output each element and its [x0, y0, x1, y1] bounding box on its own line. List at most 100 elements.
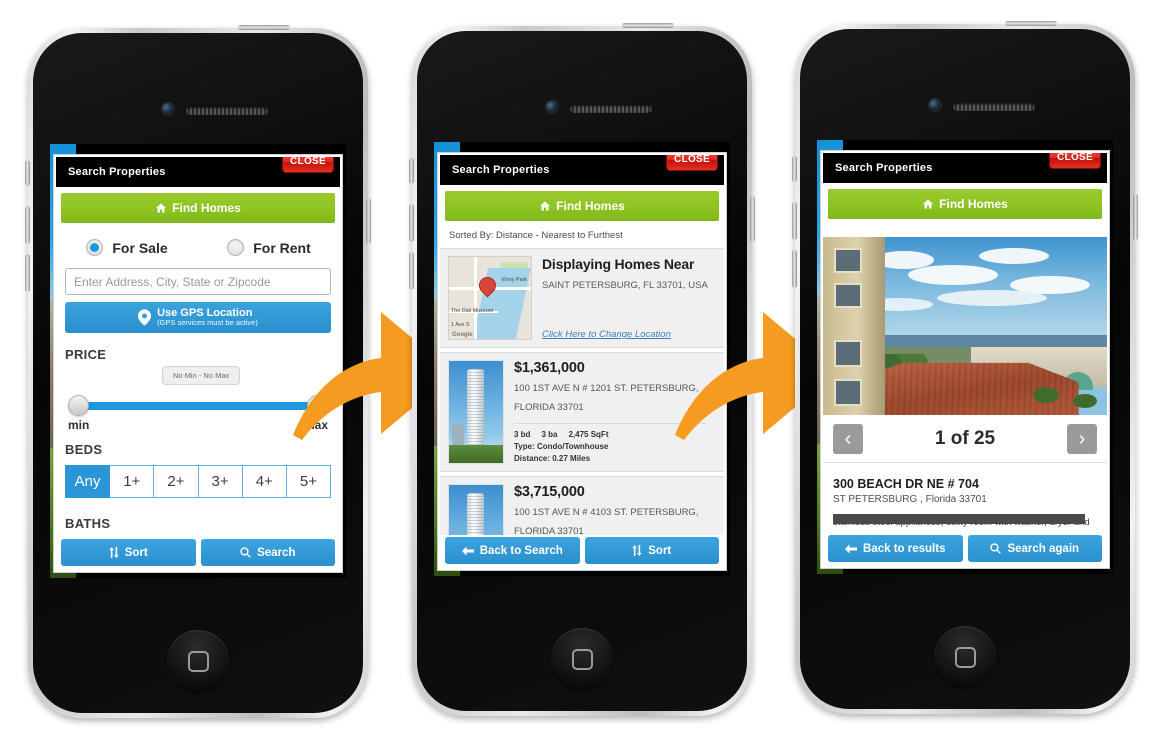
- find-homes-label: Find Homes: [172, 201, 241, 215]
- sim-tray: [1133, 194, 1138, 240]
- sort-button[interactable]: Sort: [61, 539, 196, 566]
- page-title: Search Properties: [68, 166, 166, 178]
- slider-min-label: min: [68, 418, 90, 432]
- listing-price: $3,715,000: [514, 484, 585, 500]
- page-title: Search Properties: [452, 164, 550, 176]
- slider-min-handle[interactable]: [68, 395, 89, 416]
- modal-titlebar: Search Properties CLOSE: [56, 157, 340, 187]
- prev-photo-button[interactable]: ‹: [833, 423, 863, 454]
- beds-option-3plus[interactable]: 3+: [198, 465, 243, 498]
- front-camera-icon: [929, 99, 941, 111]
- power-button[interactable]: [1005, 21, 1057, 26]
- ring-switch[interactable]: [792, 156, 797, 182]
- front-camera-icon: [546, 101, 558, 113]
- sim-tray: [366, 198, 371, 244]
- property-address-line1: 300 BEACH DR NE # 704: [833, 477, 979, 491]
- photo-nav: ‹ 1 of 25 ›: [823, 415, 1107, 463]
- listing-address-2: FLORIDA 33701: [514, 525, 584, 535]
- beds-option-1plus[interactable]: 1+: [110, 465, 155, 498]
- home-button[interactable]: [551, 628, 613, 690]
- radio-for-sale[interactable]: For Sale: [56, 239, 198, 256]
- listing-baths: 3 ba: [541, 430, 558, 440]
- find-homes-button[interactable]: Find Homes: [445, 191, 719, 221]
- close-button[interactable]: CLOSE: [666, 155, 718, 171]
- volume-up-button[interactable]: [25, 206, 30, 244]
- close-button[interactable]: CLOSE: [1049, 153, 1101, 169]
- radio-for-rent-dot[interactable]: [227, 239, 245, 256]
- find-homes-label: Find Homes: [939, 197, 1008, 211]
- arrow-left-icon: [845, 544, 858, 553]
- address-input[interactable]: Enter Address, City, State or Zipcode: [65, 268, 331, 295]
- beds-option-any[interactable]: Any: [65, 465, 111, 498]
- volume-down-button[interactable]: [409, 252, 414, 290]
- listing-address-1: 100 1ST AVE N # 4103 ST. PETERSBURG,: [514, 507, 699, 518]
- sort-button[interactable]: Sort: [584, 537, 719, 564]
- home-icon: [923, 199, 934, 209]
- map-label-vinoy-park: Vinoy Park: [501, 276, 527, 283]
- volume-up-button[interactable]: [792, 202, 797, 240]
- property-detail: ‹ 1 of 25 › 300 BEACH DR NE # 704 ST PET…: [823, 219, 1107, 533]
- listing-thumbnail[interactable]: [448, 360, 504, 464]
- beds-option-2plus[interactable]: 2+: [154, 465, 199, 498]
- home-button[interactable]: [167, 630, 229, 692]
- address-input-placeholder: Enter Address, City, State or Zipcode: [74, 274, 271, 289]
- volume-up-button[interactable]: [409, 204, 414, 242]
- displaying-homes-title: Displaying Homes Near: [542, 256, 695, 272]
- search-again-button[interactable]: Search again: [967, 535, 1102, 562]
- find-homes-button[interactable]: Find Homes: [61, 193, 335, 223]
- property-description: stainless steel appliances, utility room…: [833, 514, 1097, 528]
- description-highlight: [833, 514, 1085, 524]
- search-again-label: Search again: [1007, 542, 1080, 555]
- price-tooltip: No Min - No Max: [161, 366, 241, 385]
- map-pin-icon: [138, 309, 152, 326]
- phone-mockup-3: Search Properties CLOSE Find Homes ‹ 1 o…: [792, 21, 1138, 714]
- back-to-search-button[interactable]: Back to Search: [445, 537, 580, 564]
- map-label-dali-museum: The Dali Museum: [451, 307, 494, 314]
- sorted-by-label: Sorted By: Distance - Nearest to Furthes…: [449, 230, 623, 241]
- home-square-icon: [187, 650, 209, 672]
- modal-titlebar: Search Properties CLOSE: [823, 153, 1107, 183]
- sort-button-label: Sort: [648, 544, 672, 557]
- map-thumbnail[interactable]: Vinoy Park The Dali Museum 1 Ave S Googl…: [448, 256, 532, 340]
- back-to-results-label: Back to results: [863, 542, 946, 555]
- sort-icon: [109, 547, 119, 558]
- radio-for-rent-label: For Rent: [253, 239, 311, 256]
- bottom-toolbar-3: Back to results Search again: [823, 533, 1107, 566]
- phone-screen-3: Search Properties CLOSE Find Homes ‹ 1 o…: [817, 140, 1113, 574]
- search-button[interactable]: Search: [200, 539, 335, 566]
- earpiece-speaker: [186, 107, 268, 115]
- power-button[interactable]: [622, 23, 674, 28]
- listing-details: $3,715,000 100 1ST AVE N # 4103 ST. PETE…: [504, 484, 716, 535]
- listing-sqft: 2,475 SqFt: [568, 430, 609, 440]
- property-photo[interactable]: [823, 237, 1107, 415]
- sim-tray: [750, 196, 755, 242]
- home-button[interactable]: [934, 626, 996, 688]
- ring-switch[interactable]: [409, 158, 414, 184]
- radio-for-sale-label: For Sale: [112, 239, 168, 256]
- listing-beds: 3 bd: [514, 430, 531, 440]
- bottom-toolbar-1: Sort Search: [56, 537, 340, 570]
- detail-modal: Search Properties CLOSE Find Homes ‹ 1 o…: [821, 151, 1109, 568]
- power-button[interactable]: [238, 25, 290, 30]
- back-to-results-button[interactable]: Back to results: [828, 535, 963, 562]
- listing-row[interactable]: $3,715,000 100 1ST AVE N # 4103 ST. PETE…: [440, 476, 724, 535]
- search-icon: [990, 543, 1002, 554]
- map-label-1-ave-s: 1 Ave S: [451, 321, 470, 328]
- baths-heading: BATHS: [65, 516, 111, 531]
- ring-switch[interactable]: [25, 160, 30, 186]
- page-title: Search Properties: [835, 162, 933, 174]
- listing-thumbnail[interactable]: [448, 484, 504, 535]
- photo-counter: 1 of 25: [934, 427, 996, 449]
- home-square-icon: [954, 646, 976, 668]
- next-photo-button[interactable]: ›: [1066, 423, 1097, 454]
- find-homes-button[interactable]: Find Homes: [828, 189, 1102, 219]
- home-icon: [540, 201, 551, 211]
- volume-down-button[interactable]: [792, 250, 797, 288]
- sort-icon: [632, 545, 642, 556]
- app-webview-3: Search Properties CLOSE Find Homes ‹ 1 o…: [817, 140, 1113, 574]
- radio-for-sale-dot[interactable]: [86, 239, 104, 256]
- volume-down-button[interactable]: [25, 254, 30, 292]
- radio-for-rent[interactable]: For Rent: [198, 239, 340, 256]
- property-address: 300 BEACH DR NE # 704 ST PETERSBURG , Fl…: [823, 463, 1107, 528]
- close-button[interactable]: CLOSE: [282, 157, 334, 173]
